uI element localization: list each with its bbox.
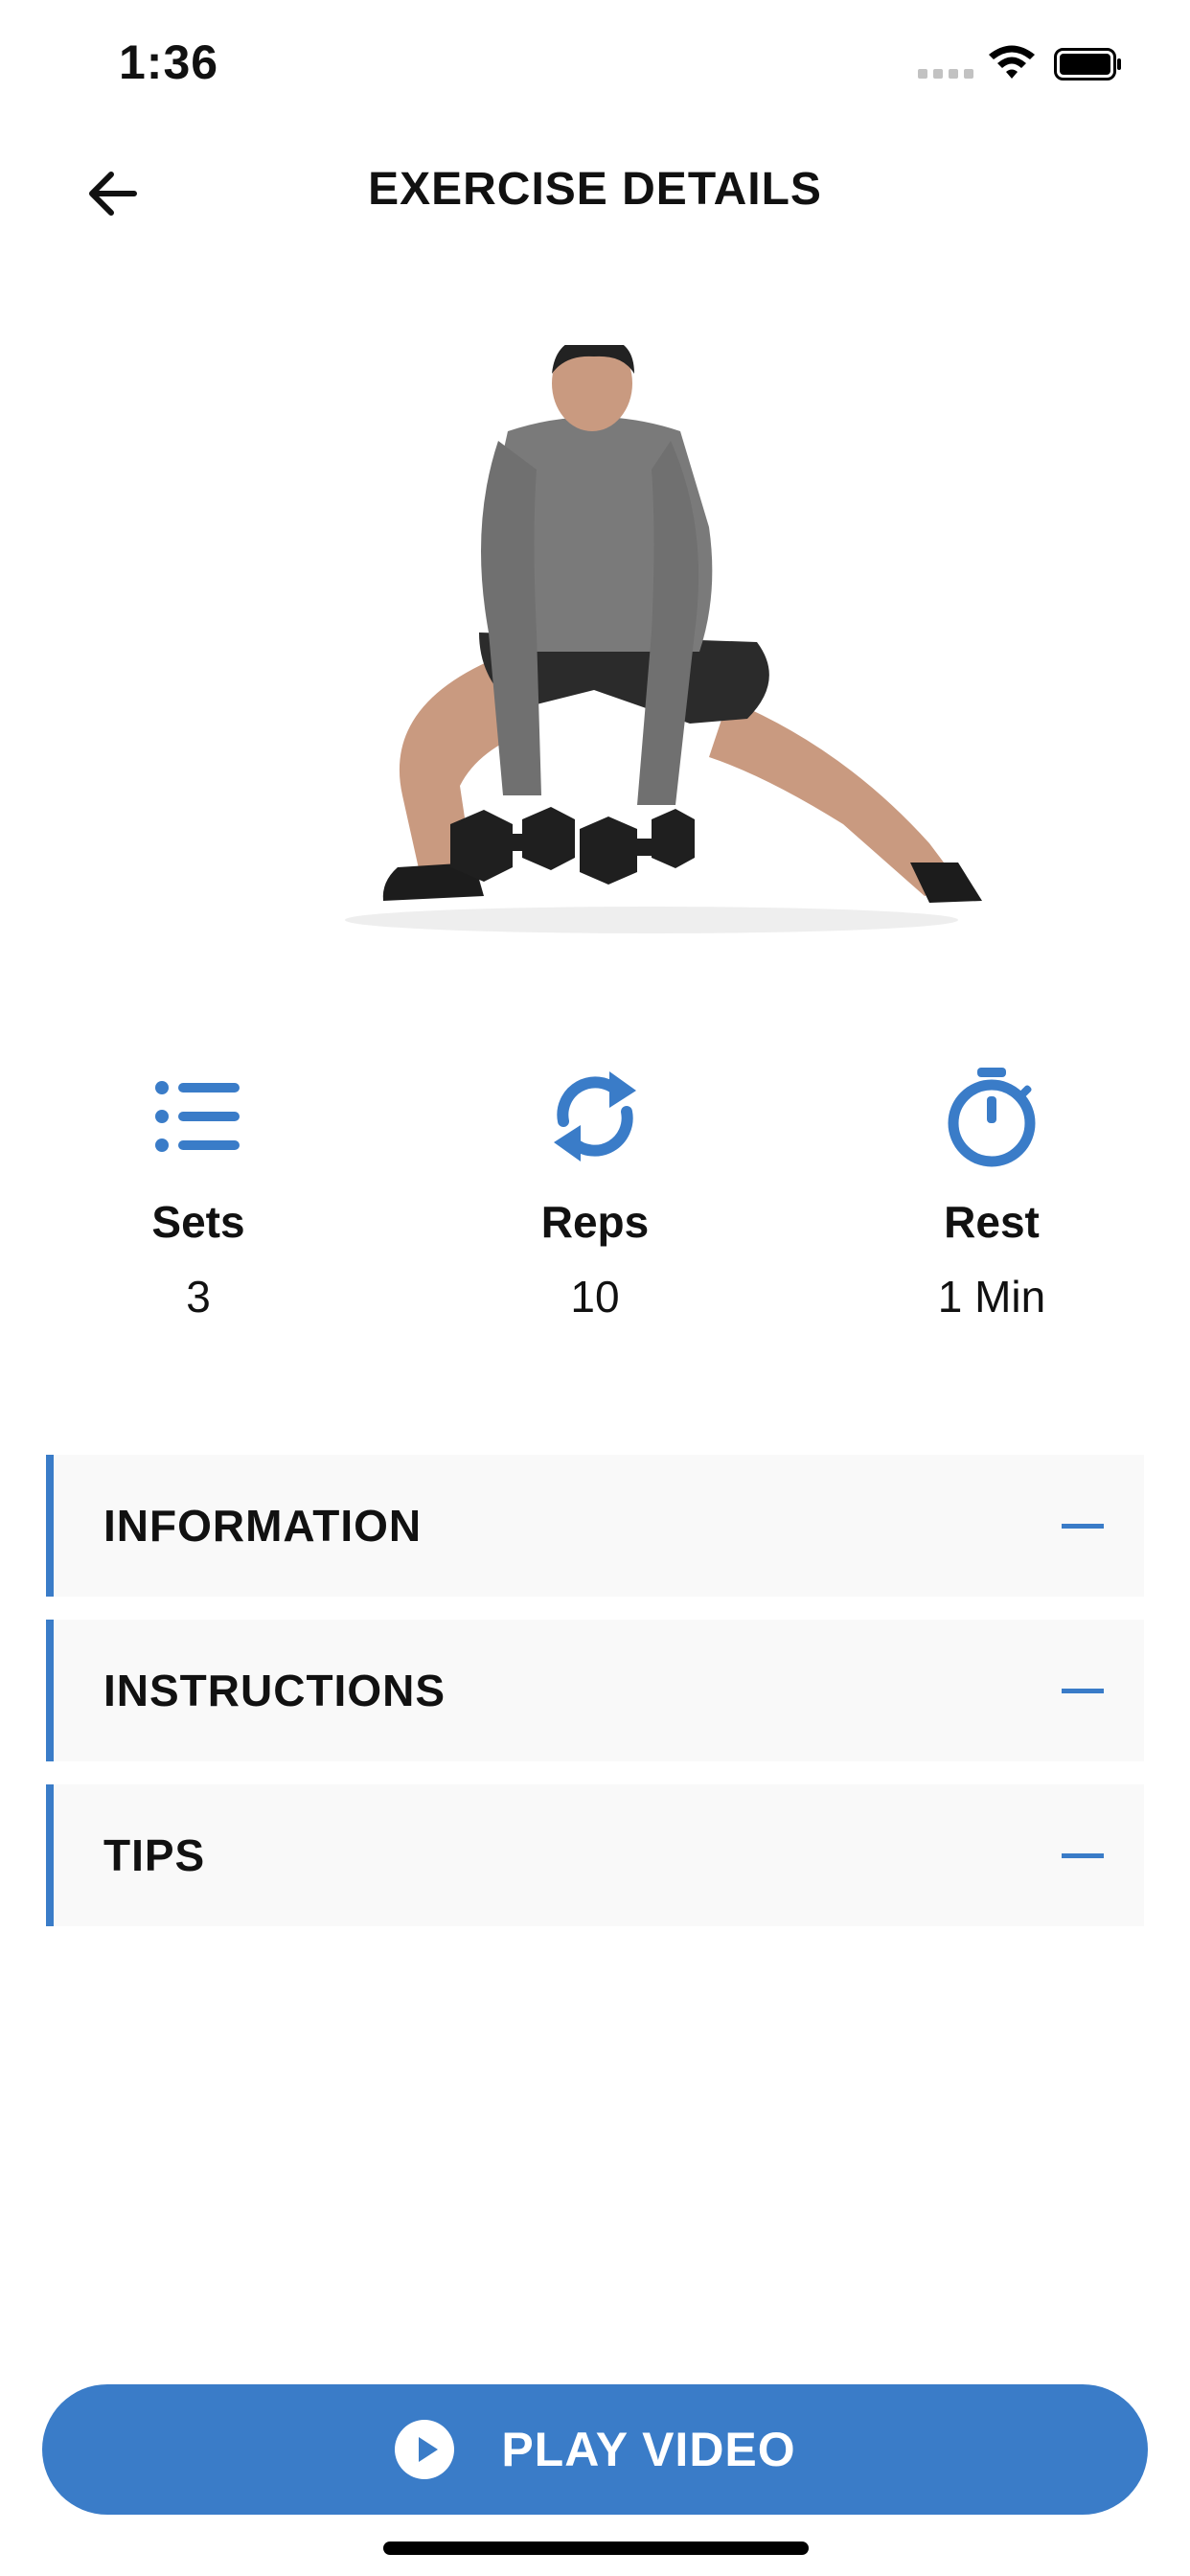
status-time: 1:36 xyxy=(119,35,219,89)
section-information[interactable]: INFORMATION xyxy=(46,1455,1144,1597)
stat-reps: Reps 10 xyxy=(451,1064,739,1322)
stat-rest: Rest 1 Min xyxy=(848,1064,1135,1322)
stopwatch-icon xyxy=(948,1068,1036,1167)
play-video-label: PLAY VIDEO xyxy=(501,2423,796,2476)
exercise-demo-image xyxy=(345,345,982,933)
cellular-signal-icon xyxy=(918,69,973,79)
exercise-details-screen: 1:36 EXERCISE DETAILS Sets 3 Reps 10 Res… xyxy=(0,0,1190,2576)
page-title: EXERCISE DETAILS xyxy=(368,164,822,215)
repeat-icon xyxy=(554,1071,636,1162)
stat-value: 10 xyxy=(570,1272,620,1322)
section-instructions[interactable]: INSTRUCTIONS xyxy=(46,1620,1144,1761)
exercise-stats: Sets 3 Reps 10 Rest 1 Min xyxy=(0,1064,1190,1351)
stat-label: Sets xyxy=(151,1197,245,1247)
section-label: TIPS xyxy=(103,1830,206,1880)
battery-icon xyxy=(1054,48,1121,80)
play-circle-icon xyxy=(395,2420,455,2479)
home-indicator xyxy=(383,2542,809,2555)
minus-icon[interactable] xyxy=(1062,1669,1104,1712)
play-video-button[interactable]: PLAY VIDEO xyxy=(42,2384,1148,2515)
wifi-icon xyxy=(989,45,1035,79)
section-label: INFORMATION xyxy=(103,1501,423,1551)
list-icon xyxy=(155,1081,240,1152)
minus-icon[interactable] xyxy=(1062,1834,1104,1876)
section-label: INSTRUCTIONS xyxy=(103,1666,446,1715)
stat-sets: Sets 3 xyxy=(55,1064,342,1322)
stat-label: Rest xyxy=(944,1197,1040,1247)
section-tips[interactable]: TIPS xyxy=(46,1784,1144,1926)
header: EXERCISE DETAILS xyxy=(0,144,1190,240)
minus-icon[interactable] xyxy=(1062,1505,1104,1547)
status-bar: 1:36 xyxy=(0,0,1190,134)
stat-value: 1 Min xyxy=(937,1272,1046,1322)
stat-label: Reps xyxy=(540,1197,650,1247)
stat-value: 3 xyxy=(186,1272,211,1322)
details-accordion: INFORMATION INSTRUCTIONS TIPS xyxy=(46,1455,1144,1949)
